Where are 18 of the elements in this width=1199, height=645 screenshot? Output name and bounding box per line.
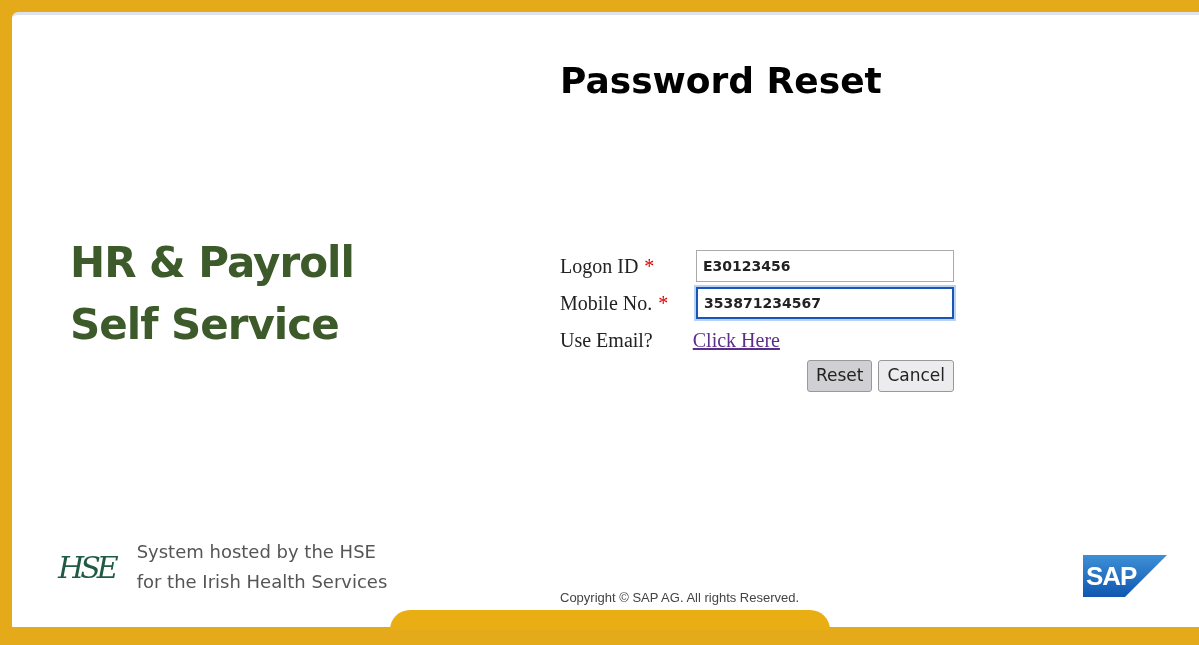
page-title: Password Reset — [560, 59, 883, 103]
email-label: Use Email? — [560, 327, 653, 353]
input-field[interactable]: E30123456 — [696, 249, 954, 282]
hosted-text: System hosted by the HSE — [136, 540, 377, 564]
required-mark: * — [658, 291, 669, 314]
hosted-text: for the Irish Health Services — [136, 570, 388, 594]
copyright-text: Copyright © SAP AG. All rights Reserved. — [560, 588, 801, 607]
app-title: Self Service — [70, 299, 340, 352]
field-label: Logon ID — [560, 254, 639, 277]
cancel-button[interactable]: Cancel — [878, 360, 954, 392]
input-field[interactable]: 353871234567 — [696, 286, 954, 319]
click-here-link[interactable]: Click Here — [692, 324, 780, 355]
field-label: Mobile No. — [560, 291, 653, 314]
hse-logo: HSE — [58, 548, 115, 587]
sap-logo: SAP — [1083, 555, 1167, 597]
app-title: HR & Payroll — [70, 237, 355, 290]
reset-button[interactable]: Reset — [806, 360, 873, 392]
required-mark: * — [644, 254, 655, 277]
